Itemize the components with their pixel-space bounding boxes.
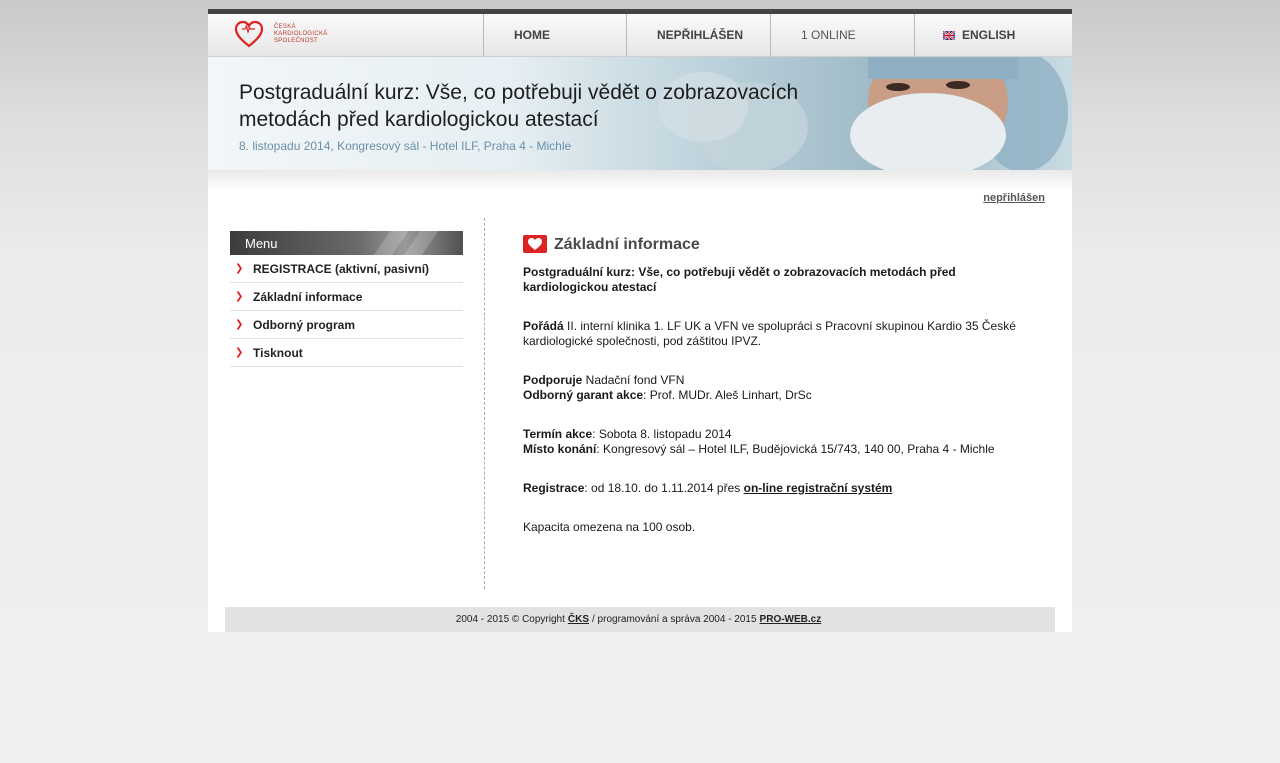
event-title: Postgraduální kurz: Vše, co potřebuji vě… [239,79,849,133]
registration-text: : od 18.10. do 1.11.2014 přes [584,481,744,495]
top-navigation: ČESKÁ KARDIOLOGICKÁ SPOLEČNOST HOME NEPŘ… [208,14,1072,57]
banner-text: Postgraduální kurz: Vše, co potřebuji vě… [239,79,849,153]
chevron-down-icon: ❯ [235,291,244,302]
menu-header-label: Menu [245,236,278,251]
nav-online-count[interactable]: 1 ONLINE [770,14,913,56]
chevron-down-icon: ❯ [235,347,244,358]
guarantor-label: Odborný garant akce [523,388,644,402]
page-container: ČESKÁ KARDIOLOGICKÁ SPOLEČNOST HOME NEPŘ… [208,9,1072,632]
nav-login-status[interactable]: NEPŘIHLÁŠEN [626,14,769,56]
heart-badge-icon [523,235,547,253]
footer-copyright: 2004 - 2015 © Copyright [455,614,565,625]
support-info: Podporuje Nadační fond VFN [523,373,1023,388]
logo[interactable]: ČESKÁ KARDIOLOGICKÁ SPOLEČNOST [234,20,344,52]
date-info: Termín akce: Sobota 8. listopadu 2014 [523,427,1023,442]
sidebar-item-registration[interactable]: ❯ REGISTRACE (aktivní, pasivní) [230,255,463,283]
date-text: : Sobota 8. listopadu 2014 [592,427,732,441]
guarantor-text: : Prof. MUDr. Aleš Linhart, DrSc [643,388,812,402]
nav-english[interactable]: ENGLISH [914,14,1072,56]
registration-label: Registrace [523,481,585,495]
sidebar-menu: Menu ❯ REGISTRACE (aktivní, pasivní) ❯ Z… [230,231,463,367]
login-status-link[interactable]: nepřihlášen [983,192,1045,204]
logo-line-1: ČESKÁ [274,24,296,30]
place-text: : Kongresový sál – Hotel ILF, Budějovick… [596,442,995,456]
nav-home-label: HOME [514,28,550,42]
guarantor-info: Odborný garant akce: Prof. MUDr. Aleš Li… [523,388,1023,403]
event-title-line-2: metodách před kardiologickou atestací [239,108,599,131]
registration-info: Registrace: od 18.10. do 1.11.2014 přes … [523,481,1023,496]
section-title-label: Základní informace [554,235,700,253]
chevron-down-icon: ❯ [235,263,244,274]
chevron-down-icon: ❯ [235,319,244,330]
section-title: Základní informace [523,235,1023,253]
footer-proweb-link[interactable]: PRO-WEB.cz [760,614,822,625]
sidebar-item-basic-info[interactable]: ❯ Základní informace [230,283,463,311]
footer: 2004 - 2015 © Copyright ČKS / programová… [225,607,1055,632]
capacity-info: Kapacita omezena na 100 osob. [523,520,696,534]
sidebar-item-print[interactable]: ❯ Tisknout [230,339,463,367]
organizer-text: II. interní klinika 1. LF UK a VFN ve sp… [523,319,1016,348]
banner-shadow [208,170,1072,192]
organizer-info: Pořádá II. interní klinika 1. LF UK a VF… [523,319,1023,349]
nav-home[interactable]: HOME [483,14,626,56]
logo-text: ČESKÁ KARDIOLOGICKÁ SPOLEČNOST [274,24,328,45]
place-info: Místo konání: Kongresový sál – Hotel ILF… [523,442,1023,457]
column-divider [484,218,485,589]
sidebar-item-label: Odborný program [253,317,356,332]
registration-system-link[interactable]: on-line registrační systém [744,481,893,495]
main-content: Základní informace Postgraduální kurz: V… [523,235,1023,535]
date-label: Termín akce [523,427,593,441]
intro-text: Postgraduální kurz: Vše, co potřebuji vě… [523,265,1023,295]
sidebar-item-program[interactable]: ❯ Odborný program [230,311,463,339]
logo-line-2: KARDIOLOGICKÁ [274,31,328,37]
header-banner: Postgraduální kurz: Vše, co potřebuji vě… [208,57,1072,170]
footer-credits: / programování a správa 2004 - 2015 [592,614,757,625]
place-label: Místo konání [523,442,597,456]
event-date-venue: 8. listopadu 2014, Kongresový sál - Hote… [239,139,572,153]
heart-logo-icon [234,20,264,48]
menu-header: Menu [230,231,463,255]
logo-line-3: SPOLEČNOST [274,38,319,44]
organizer-label: Pořádá [523,319,564,333]
sidebar-item-label: REGISTRACE (aktivní, pasivní) [253,261,430,276]
uk-flag-icon [943,30,955,40]
nav-english-label: ENGLISH [962,28,1016,42]
sidebar-item-label: Tisknout [253,345,303,360]
support-text: Nadační fond VFN [582,373,685,387]
footer-cks-link[interactable]: ČKS [568,614,589,625]
nav-online-label: 1 ONLINE [801,28,856,42]
nav-login-label: NEPŘIHLÁŠEN [657,28,744,42]
event-title-line-1: Postgraduální kurz: Vše, co potřebuji vě… [239,81,799,104]
support-label: Podporuje [523,373,583,387]
intro-title: Postgraduální kurz: Vše, co potřebuji vě… [523,265,956,294]
sidebar-item-label: Základní informace [253,289,363,304]
